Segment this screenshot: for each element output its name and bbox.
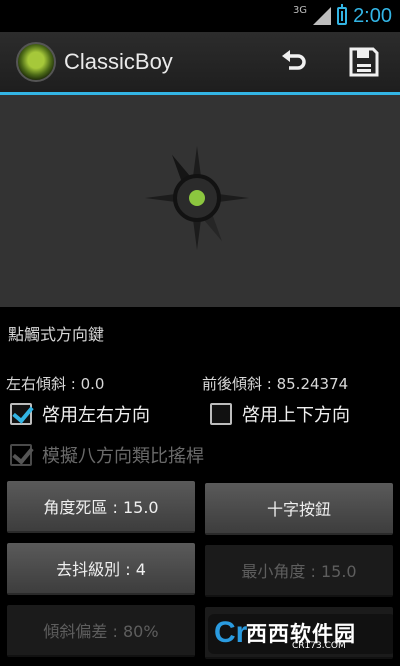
watermark-logo: Cr 西西软件园 CR173.COM [208,614,396,654]
compass-icon [145,146,249,250]
undo-button[interactable] [274,42,314,82]
tilt-fb-readout: 前後傾斜 : 85.24374 [202,375,349,393]
undo-icon [282,50,306,70]
eight-way-checkbox: 模擬八方向類比搖桿 [10,442,204,468]
status-bar: 3G 2:00 [0,0,400,32]
tilt-lr-readout: 左右傾斜 : 0.0 [6,375,105,393]
dpad-preview[interactable] [0,95,400,307]
section-title: 點觸式方向鍵 [8,325,105,344]
checkbox-label: 啓用左右方向 [42,405,150,426]
dpad-cross-button[interactable]: 十字按鈕 [205,483,393,535]
watermark-mark: Cr [214,616,248,649]
settings-panel: 點觸式方向鍵 左右傾斜 : 0.0 前後傾斜 : 85.24374 啓用左右方向… [0,307,400,666]
network-type: 3G [292,4,308,16]
checkbox-label: 模擬八方向類比搖桿 [42,446,204,467]
app-title: ClassicBoy [64,49,173,74]
min-angle-button: 最小角度 : 15.0 [205,545,393,597]
checkbox-unchecked-icon [210,403,232,425]
battery-icon [337,4,348,25]
enable-ud-checkbox[interactable]: 啓用上下方向 [210,401,350,427]
save-icon [349,47,379,77]
app-icon[interactable] [16,42,56,82]
enable-lr-checkbox[interactable]: 啓用左右方向 [10,401,150,427]
checkbox-checked-icon [10,444,32,466]
angle-deadzone-button[interactable]: 角度死區 : 15.0 [7,481,195,533]
action-bar: ClassicBoy [0,32,400,92]
status-time: 2:00 [353,4,392,27]
debounce-level-button[interactable]: 去抖級別 : 4 [7,543,195,595]
watermark-sub: CR173.COM [292,641,346,651]
checkbox-label: 啓用上下方向 [242,405,350,426]
checkbox-checked-icon [10,403,32,425]
signal-icon [313,7,332,25]
tilt-bias-button: 傾斜偏差 : 80% [7,605,195,657]
save-button[interactable] [344,42,384,82]
